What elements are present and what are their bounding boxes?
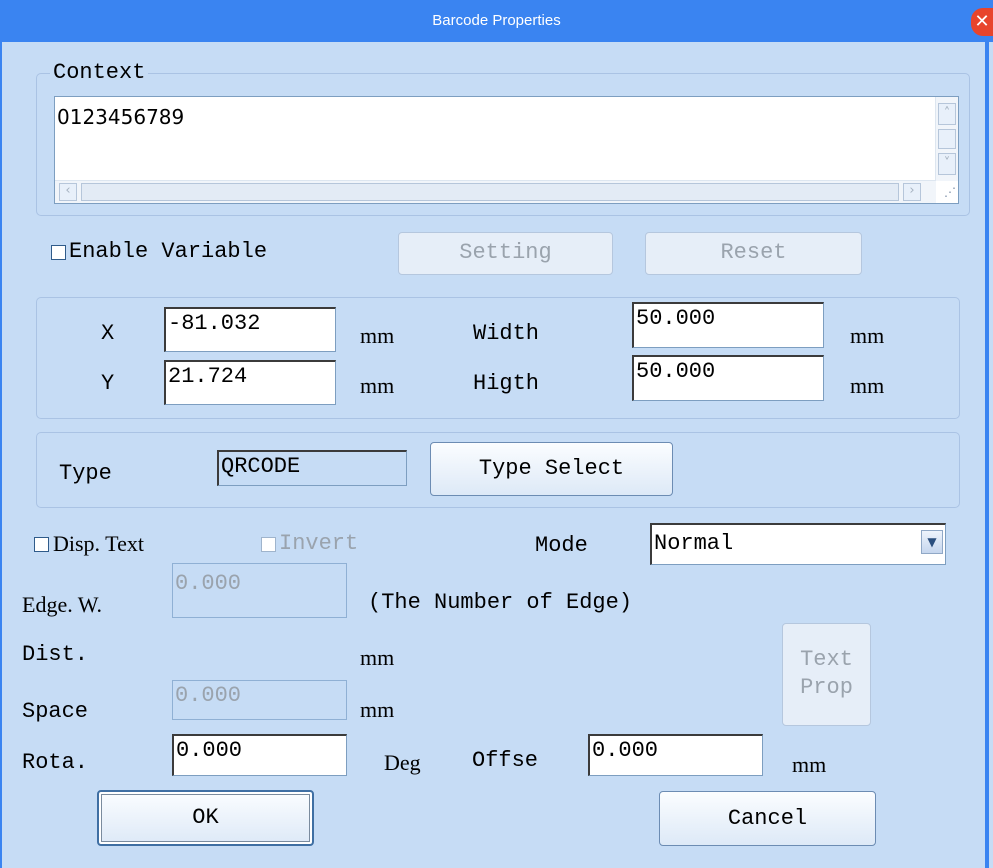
- close-button[interactable]: ✕: [971, 8, 993, 36]
- disp-text-label: Disp. Text: [53, 531, 144, 556]
- offset-input[interactable]: 0.000: [588, 734, 763, 776]
- context-text: 0123456789: [57, 105, 185, 129]
- dist-unit: mm: [360, 645, 395, 670]
- y-input[interactable]: 21.724: [164, 360, 336, 405]
- close-icon: ✕: [974, 11, 990, 32]
- edge-input[interactable]: 0.000: [172, 563, 347, 618]
- rota-unit: Deg: [384, 750, 421, 775]
- offset-label: Offse: [472, 748, 539, 773]
- height-label: Higth: [473, 371, 540, 396]
- ok-button[interactable]: OK: [97, 790, 314, 846]
- scroll-right-icon[interactable]: ›: [903, 183, 921, 201]
- disp-text-checkbox[interactable]: [34, 537, 49, 552]
- scroll-up-icon[interactable]: ˄: [938, 103, 956, 125]
- invert-label: Invert: [279, 531, 359, 556]
- y-unit: mm: [360, 373, 395, 398]
- width-label: Width: [473, 321, 540, 346]
- width-unit: mm: [850, 323, 885, 348]
- x-unit: mm: [360, 323, 395, 348]
- rota-input[interactable]: 0.000: [172, 734, 347, 776]
- window-title: Barcode Properties: [432, 12, 561, 29]
- invert-checkbox[interactable]: [261, 537, 276, 552]
- scroll-thumb[interactable]: [938, 129, 956, 149]
- setting-button[interactable]: Setting: [398, 232, 613, 275]
- x-input[interactable]: -81.032: [164, 307, 336, 352]
- space-input[interactable]: 0.000: [172, 680, 347, 720]
- dist-label: Dist.: [22, 642, 89, 667]
- reset-button[interactable]: Reset: [645, 232, 862, 275]
- edge-note: (The Number of Edge): [368, 590, 633, 615]
- rota-label: Rota.: [22, 750, 89, 775]
- horizontal-scrollbar[interactable]: ‹ ›: [55, 180, 936, 203]
- scroll-hthumb[interactable]: [81, 183, 899, 201]
- mode-select[interactable]: Normal: [650, 523, 946, 565]
- width-input[interactable]: 50.000: [632, 302, 824, 348]
- type-field: QRCODE: [217, 450, 407, 486]
- scroll-left-icon[interactable]: ‹: [59, 183, 77, 201]
- x-label: X: [101, 321, 115, 346]
- mode-label: Mode: [535, 533, 588, 558]
- edge-label: Edge. W.: [22, 592, 103, 617]
- cancel-button[interactable]: Cancel: [659, 791, 876, 846]
- space-unit: mm: [360, 697, 395, 722]
- scroll-down-icon[interactable]: ˅: [938, 153, 956, 175]
- context-legend: Context: [50, 61, 149, 85]
- resize-grip-icon[interactable]: ⋰: [938, 183, 956, 201]
- text-prop-button[interactable]: Text Prop: [782, 623, 871, 726]
- type-label: Type: [59, 461, 112, 486]
- offset-unit: mm: [792, 752, 827, 777]
- vertical-scrollbar[interactable]: ˄ ˅: [935, 97, 958, 181]
- enable-variable-label: Enable Variable: [69, 239, 268, 264]
- chevron-down-icon[interactable]: ▼: [921, 530, 943, 554]
- type-select-button[interactable]: Type Select: [430, 442, 673, 496]
- text-prop-line2: Prop: [800, 675, 853, 700]
- context-textarea[interactable]: 0123456789 ˄ ˅ ‹ › ⋰: [54, 96, 959, 204]
- enable-variable-checkbox[interactable]: [51, 245, 66, 260]
- y-label: Y: [101, 371, 115, 396]
- height-unit: mm: [850, 373, 885, 398]
- mode-select-value: Normal: [654, 531, 734, 556]
- space-label: Space: [22, 699, 89, 724]
- height-input[interactable]: 50.000: [632, 355, 824, 401]
- text-prop-line1: Text: [800, 647, 853, 672]
